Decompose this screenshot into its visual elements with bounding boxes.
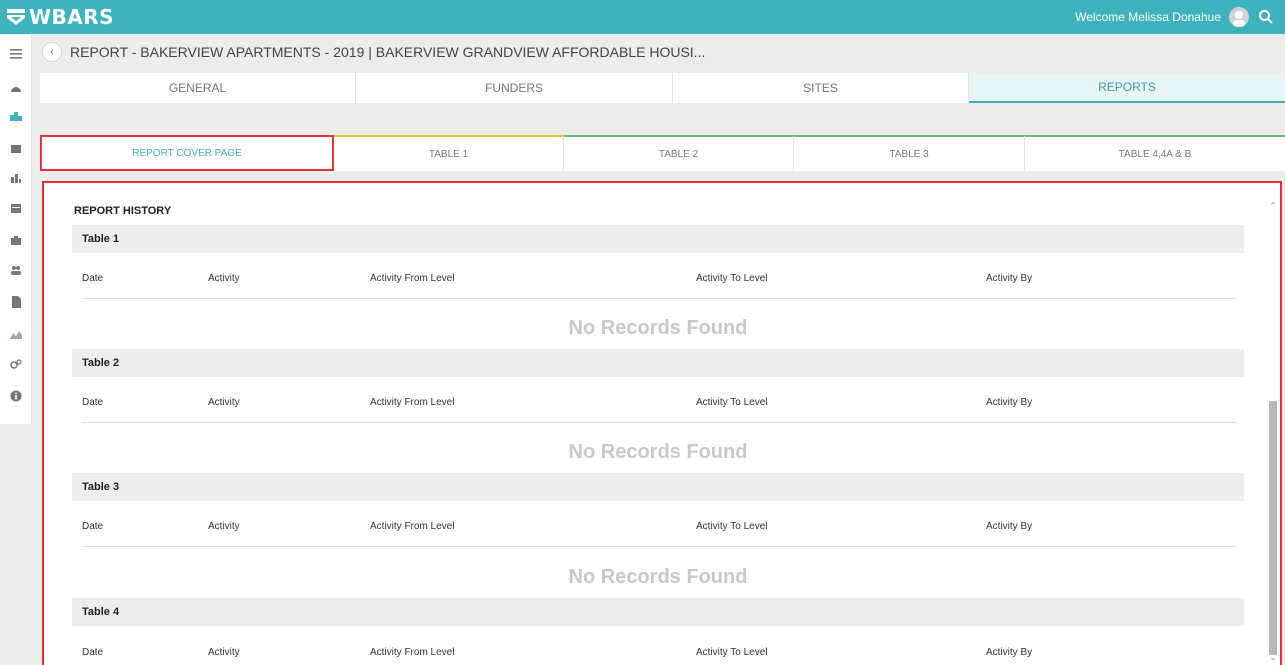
dashboard-icon[interactable] — [6, 80, 26, 96]
building-icon[interactable] — [6, 140, 26, 156]
col-activity-from-level[interactable]: Activity From Level — [370, 397, 454, 408]
subtab-table-2[interactable]: TABLE 2 — [564, 135, 794, 171]
scrollbar-thumb[interactable] — [1269, 401, 1277, 655]
subtab-table-3[interactable]: TABLE 3 — [794, 135, 1025, 171]
menu-icon[interactable] — [6, 46, 26, 62]
back-button[interactable]: ‹ — [42, 42, 62, 62]
col-activity-to-level[interactable]: Activity To Level — [696, 397, 768, 408]
col-activity-from-level[interactable]: Activity From Level — [370, 647, 454, 658]
main-tabs: GENERAL FUNDERS SITES REPORTS — [40, 73, 1285, 103]
report-history-title: REPORT HISTORY — [74, 205, 172, 217]
page-header: ‹ REPORT - BAKERVIEW APARTMENTS - 2019 |… — [32, 34, 1285, 72]
welcome-text: Welcome Melissa Donahue — [1075, 10, 1221, 24]
tab-sites[interactable]: SITES — [673, 73, 969, 103]
wbars-logo-icon — [7, 9, 25, 25]
col-activity[interactable]: Activity — [208, 273, 240, 284]
sidebar — [0, 34, 32, 424]
area-chart-icon[interactable] — [6, 326, 26, 342]
table-header-row: Date Activity Activity From Level Activi… — [82, 379, 1236, 423]
users-icon[interactable] — [6, 262, 26, 278]
col-activity-from-level[interactable]: Activity From Level — [370, 521, 454, 532]
col-activity-by[interactable]: Activity By — [986, 647, 1032, 658]
section-header-table-4: Table 4 — [72, 598, 1244, 626]
table-header-row: Date Activity Activity From Level Activi… — [82, 629, 1236, 665]
subtab-table-1[interactable]: TABLE 1 — [334, 135, 564, 171]
col-activity-from-level[interactable]: Activity From Level — [370, 273, 454, 284]
tab-funders[interactable]: FUNDERS — [356, 73, 673, 103]
col-activity-to-level[interactable]: Activity To Level — [696, 647, 768, 658]
scroll-down-arrow-icon[interactable]: ⌄ — [1268, 653, 1278, 665]
report-history-panel: REPORT HISTORY Table 1 Date Activity Act… — [42, 181, 1282, 665]
scroll-up-arrow-icon[interactable]: ⌃ — [1268, 201, 1278, 213]
tab-general[interactable]: GENERAL — [40, 73, 356, 103]
top-bar: WBARS Welcome Melissa Donahue — [0, 0, 1285, 34]
scrollbar[interactable]: ⌃ ⌄ — [1268, 201, 1278, 663]
col-activity-by[interactable]: Activity By — [986, 273, 1032, 284]
col-activity-by[interactable]: Activity By — [986, 521, 1032, 532]
briefcase-icon[interactable] — [6, 232, 26, 248]
report-subtabs: REPORT COVER PAGE TABLE 1 TABLE 2 TABLE … — [40, 135, 1285, 171]
app-logo-text: WBARS — [29, 5, 115, 29]
col-date[interactable]: Date — [82, 521, 103, 532]
subtab-report-cover-page[interactable]: REPORT COVER PAGE — [40, 135, 334, 171]
page-title: REPORT - BAKERVIEW APARTMENTS - 2019 | B… — [70, 44, 706, 60]
empty-state: No Records Found — [568, 566, 748, 588]
col-activity-by[interactable]: Activity By — [986, 397, 1032, 408]
avatar[interactable] — [1229, 7, 1249, 27]
projects-icon[interactable] — [6, 108, 26, 124]
table-header-row: Date Activity Activity From Level Activi… — [82, 255, 1236, 299]
reports-chart-icon[interactable] — [6, 170, 26, 186]
section-header-table-1: Table 1 — [72, 225, 1244, 253]
chevron-left-icon: ‹ — [50, 46, 54, 58]
section-header-table-2: Table 2 — [72, 349, 1244, 377]
col-date[interactable]: Date — [82, 647, 103, 658]
col-activity[interactable]: Activity — [208, 521, 240, 532]
col-date[interactable]: Date — [82, 273, 103, 284]
tab-reports[interactable]: REPORTS — [969, 73, 1285, 103]
table-header-row: Date Activity Activity From Level Activi… — [82, 503, 1236, 547]
col-activity[interactable]: Activity — [208, 397, 240, 408]
empty-state: No Records Found — [568, 317, 748, 339]
col-activity-to-level[interactable]: Activity To Level — [696, 521, 768, 532]
app-logo[interactable]: WBARS — [6, 5, 115, 29]
section-header-table-3: Table 3 — [72, 473, 1244, 501]
search-icon[interactable] — [1257, 8, 1275, 26]
subtab-table-4[interactable]: TABLE 4,4A & B — [1025, 135, 1285, 171]
col-activity[interactable]: Activity — [208, 647, 240, 658]
info-icon[interactable] — [6, 388, 26, 404]
calendar-icon[interactable] — [6, 200, 26, 216]
document-icon[interactable] — [6, 294, 26, 310]
col-activity-to-level[interactable]: Activity To Level — [696, 273, 768, 284]
empty-state: No Records Found — [568, 441, 748, 463]
settings-icon[interactable] — [6, 356, 26, 372]
user-avatar-icon — [1233, 11, 1245, 27]
col-date[interactable]: Date — [82, 397, 103, 408]
